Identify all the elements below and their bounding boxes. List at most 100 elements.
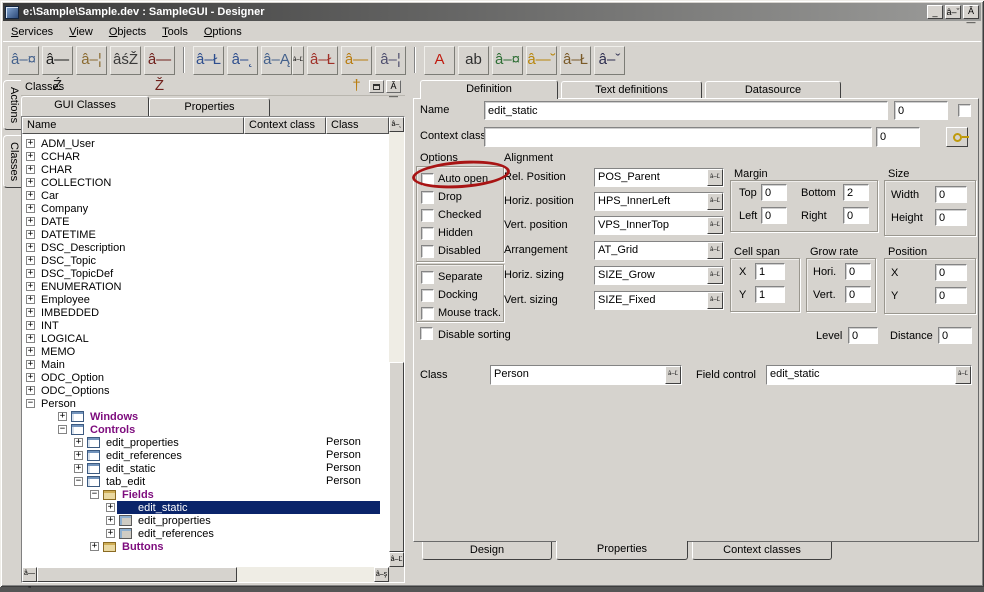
panel-dock-button[interactable]: [369, 80, 384, 93]
tree-row[interactable]: +Car: [22, 189, 389, 202]
combo-dropdown-button[interactable]: â–Ľ: [292, 46, 304, 75]
column-header-name[interactable]: Name: [22, 117, 244, 134]
tree-expand-toggle[interactable]: −: [74, 477, 83, 486]
level-input[interactable]: [848, 327, 878, 344]
tree-expand-toggle[interactable]: +: [26, 373, 35, 382]
palette-button[interactable]: â—†: [341, 46, 372, 75]
tree-row[interactable]: +edit_referencesPerson: [22, 449, 389, 462]
margin-left-input[interactable]: [761, 207, 787, 224]
hidden-checkbox[interactable]: [421, 227, 434, 240]
tree-expand-toggle[interactable]: +: [106, 503, 115, 512]
minimize-button[interactable]: _: [927, 5, 943, 19]
tree-expand-toggle[interactable]: +: [26, 334, 35, 343]
cell-span-x-input[interactable]: [755, 263, 785, 280]
tree-row[interactable]: +ODC_Option: [22, 371, 389, 384]
brush-button[interactable]: â—˘: [526, 46, 557, 75]
text-button[interactable]: ab: [458, 46, 489, 75]
tree-expand-toggle[interactable]: +: [26, 295, 35, 304]
combo-button[interactable]: â–Ą: [261, 46, 292, 75]
vert-sizing-dropdown[interactable]: SIZE_Fixedâ–Ľ: [594, 291, 724, 310]
tree-row[interactable]: −Fields: [22, 488, 389, 501]
drop-checkbox[interactable]: [421, 191, 434, 204]
tree-row[interactable]: +Main: [22, 358, 389, 371]
size-width-input[interactable]: [935, 186, 967, 203]
preview-button[interactable]: â–˛: [227, 46, 258, 75]
size-height-input[interactable]: [935, 209, 967, 226]
horiz-position-dropdown[interactable]: HPS_InnerLeftâ–Ľ: [594, 192, 724, 211]
tree-expand-toggle[interactable]: +: [58, 412, 67, 421]
tab-properties[interactable]: Properties: [149, 98, 270, 116]
tree-expand-toggle[interactable]: −: [90, 490, 99, 499]
tree-expand-toggle[interactable]: +: [26, 165, 35, 174]
tree-row[interactable]: −tab_editPerson: [22, 475, 389, 488]
tree-row[interactable]: +ENUMERATION: [22, 280, 389, 293]
tree-row[interactable]: +Company: [22, 202, 389, 215]
titlebar[interactable]: e:\Sample\Sample.dev : SampleGUI - Desig…: [3, 3, 981, 21]
tree-row[interactable]: −Controls: [22, 423, 389, 436]
column-header-context-class[interactable]: Context class: [244, 117, 326, 134]
tree-row[interactable]: +DATE: [22, 215, 389, 228]
tree-row[interactable]: +DSC_Description: [22, 241, 389, 254]
tree-expand-toggle[interactable]: +: [74, 438, 83, 447]
dropdown-arrow-icon[interactable]: â–Ľ: [707, 267, 723, 284]
tree-expand-toggle[interactable]: +: [26, 360, 35, 369]
dropdown-arrow-icon[interactable]: â–Ľ: [707, 169, 723, 186]
column-header-class[interactable]: Class: [326, 117, 389, 134]
vertical-scrollbar-thumb[interactable]: [389, 362, 404, 552]
tree-expand-toggle[interactable]: +: [26, 204, 35, 213]
tree-row[interactable]: +DATETIME: [22, 228, 389, 241]
report-button[interactable]: â–¤: [492, 46, 523, 75]
tree-row[interactable]: +edit_static: [22, 501, 389, 514]
scroll-left-button[interactable]: â—„: [22, 567, 37, 582]
print-button[interactable]: â–Ł: [193, 46, 224, 75]
tree-row[interactable]: +Employee: [22, 293, 389, 306]
grid-button[interactable]: â–¦: [375, 46, 406, 75]
field-control-dropdown[interactable]: edit_static â–Ľ: [766, 365, 972, 385]
separate-checkbox[interactable]: [421, 271, 434, 284]
tree-expand-toggle[interactable]: +: [26, 217, 35, 226]
tree-vertical-scrollbar[interactable]: â–˛ â–Ľ: [389, 117, 404, 567]
grow-rate-horizontal-input[interactable]: [845, 263, 871, 280]
rel-position-dropdown[interactable]: POS_Parentâ–Ľ: [594, 168, 724, 187]
edit-button[interactable]: âśŽ: [110, 46, 141, 75]
arrangement-dropdown[interactable]: AT_Gridâ–Ľ: [594, 241, 724, 260]
dropdown-arrow-icon[interactable]: â–Ľ: [707, 292, 723, 309]
menu-item-services[interactable]: Services: [3, 24, 61, 40]
library-button[interactable]: â–Ł: [560, 46, 591, 75]
window-list-button[interactable]: â–¤: [8, 46, 39, 75]
maximize-button[interactable]: â–ˇ: [945, 5, 961, 19]
dialog-button[interactable]: â–Ł: [307, 46, 338, 75]
tree-row[interactable]: +MEMO: [22, 345, 389, 358]
close-button[interactable]: Ă—: [963, 5, 979, 19]
tree-expand-toggle[interactable]: +: [106, 529, 115, 538]
dropdown-arrow-icon[interactable]: â–Ľ: [955, 366, 971, 384]
disabled-checkbox[interactable]: [421, 245, 434, 258]
dropdown-arrow-icon[interactable]: â–Ľ: [707, 242, 723, 259]
position-x-input[interactable]: [935, 264, 967, 281]
tree-expand-toggle[interactable]: +: [106, 516, 115, 525]
menu-item-objects[interactable]: Objects: [101, 24, 154, 40]
docking-checkbox[interactable]: [421, 289, 434, 302]
tree-row[interactable]: +INT: [22, 319, 389, 332]
cell-span-y-input[interactable]: [755, 286, 785, 303]
tree-expand-toggle[interactable]: +: [26, 386, 35, 395]
tree-expand-toggle[interactable]: +: [26, 152, 35, 161]
tree-horizontal-scrollbar[interactable]: â—„ â–ş: [22, 567, 389, 582]
tree-expand-toggle[interactable]: +: [26, 269, 35, 278]
disable-sorting-checkbox[interactable]: [420, 327, 433, 340]
tree-row[interactable]: +LOGICAL: [22, 332, 389, 345]
tree-row[interactable]: +DSC_Topic: [22, 254, 389, 267]
tree-expand-toggle[interactable]: +: [26, 321, 35, 330]
context-class-input[interactable]: [484, 127, 872, 147]
tree-row[interactable]: +CHAR: [22, 163, 389, 176]
tree-expand-toggle[interactable]: +: [26, 230, 35, 239]
panel-close-button[interactable]: Ă—: [386, 80, 401, 93]
tab-definition[interactable]: Definition: [420, 80, 558, 99]
window-button[interactable]: â–ˇ: [594, 46, 625, 75]
tree-row[interactable]: +edit_references: [22, 527, 389, 540]
menu-item-options[interactable]: Options: [196, 24, 250, 40]
tree-row[interactable]: +edit_staticPerson: [22, 462, 389, 475]
scroll-down-button[interactable]: â–Ľ: [389, 552, 404, 567]
font-button[interactable]: A: [424, 46, 455, 75]
tree-row[interactable]: +CCHAR: [22, 150, 389, 163]
